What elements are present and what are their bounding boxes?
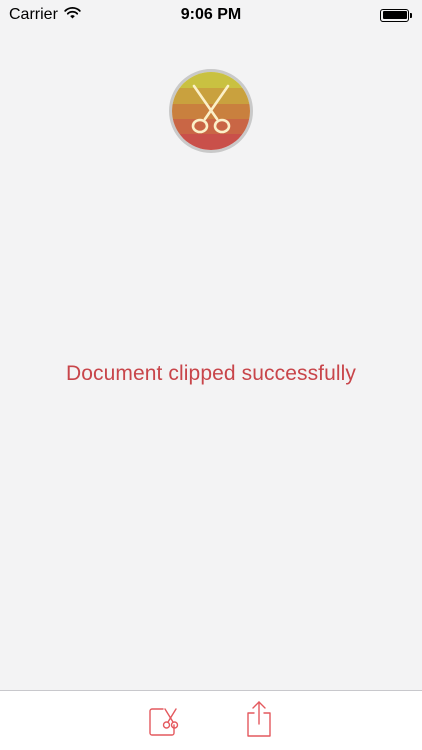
wifi-icon	[64, 6, 81, 24]
status-message: Document clipped successfully	[65, 362, 357, 385]
status-left: Carrier	[9, 6, 81, 24]
share-icon	[247, 701, 271, 737]
clip-document-icon	[149, 708, 179, 736]
share-button[interactable]	[241, 701, 277, 737]
app-logo	[169, 69, 253, 153]
bottom-toolbar	[0, 690, 422, 750]
scissors-icon	[172, 72, 250, 150]
carrier-label: Carrier	[9, 6, 58, 23]
status-bar: Carrier	[0, 0, 422, 30]
clip-success-screen: Carrier 9:06 PM Document clipped success…	[0, 0, 422, 750]
battery-full-icon	[380, 8, 412, 22]
clip-document-button[interactable]	[146, 703, 182, 739]
